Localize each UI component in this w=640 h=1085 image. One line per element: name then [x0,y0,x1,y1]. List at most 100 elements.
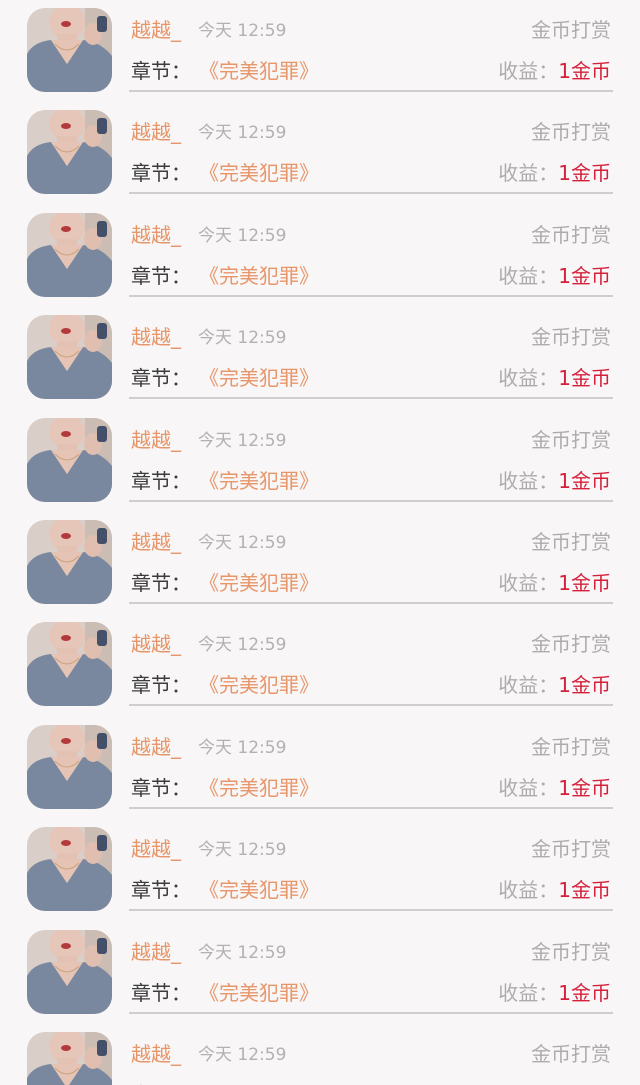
user-name[interactable]: 越越_ [131,16,181,44]
earnings: 收益：1金币 [498,569,611,597]
reward-record-item[interactable]: 越越_ 今天 12:59 金币打赏 章节： 《完美犯罪》 收益：1金币 [0,0,640,102]
earnings: 收益：1金币 [498,57,611,85]
chapter-title-link[interactable]: 《完美犯罪》 [199,364,319,392]
avatar[interactable] [27,417,112,502]
chapter-label: 章节： [131,263,191,288]
earnings-label: 收益： [498,366,559,391]
chapter-label: 章节： [131,571,191,595]
timestamp: 今天 12:59 [198,840,287,861]
reward-type-label: 金币打赏 [531,530,611,554]
avatar[interactable] [27,929,112,1014]
chapter-title-link[interactable]: 《完美犯罪》 [199,876,319,904]
avatar[interactable] [27,212,112,297]
timestamp: 今天 12:59 [198,1045,287,1065]
earnings-value: 1金币 [558,468,611,493]
avatar-photo-icon [27,827,112,912]
earnings-label: 收益： [498,980,559,1005]
reward-record-item[interactable]: 越越_ 今天 12:59 金币打赏 章节： 《完美犯罪》 收益：1金币 [0,410,640,512]
avatar[interactable] [27,827,112,912]
divider [129,1011,613,1014]
reward-record-item[interactable]: 越越_ 今天 12:59 金币打赏 章节： 《完美犯罪》 收益：1金币 [0,512,640,614]
user-name[interactable]: 越越_ [131,221,181,249]
timestamp: 今天 12:59 [198,635,287,656]
chapter-label: 章节： [131,673,191,698]
chapter-title-link[interactable]: 《完美犯罪》 [199,1081,319,1085]
chapter-title-link[interactable]: 《完美犯罪》 [199,671,319,699]
avatar-photo-icon [27,1032,112,1085]
chapter-title-link[interactable]: 《完美犯罪》 [199,262,319,290]
earnings-label: 收益： [498,673,559,698]
reward-record-item[interactable]: 越越_ 今天 12:59 金币打赏 章节： 《完美犯罪》 收益：1金币 [0,205,640,307]
user-name[interactable]: 越越_ [131,323,181,351]
earnings-label: 收益： [498,161,559,186]
earnings-value: 1金币 [558,263,611,288]
reward-record-item[interactable]: 越越_ 今天 12:59 金币打赏 章节： 《完美犯罪》 收益：1金币 [0,717,640,819]
avatar[interactable] [27,315,112,400]
user-name[interactable]: 越越_ [131,835,181,863]
earnings-label: 收益： [498,59,559,83]
chapter-title-link[interactable]: 《完美犯罪》 [199,57,319,85]
reward-type-label: 金币打赏 [531,222,611,247]
user-name[interactable]: 越越_ [131,938,181,966]
reward-type-label: 金币打赏 [531,120,611,145]
user-name[interactable]: 越越_ [131,118,181,146]
earnings: 收益：1金币 [498,876,611,904]
chapter-label: 章节： [131,161,191,186]
divider [129,192,613,195]
timestamp: 今天 12:59 [198,21,287,41]
avatar[interactable] [27,110,112,195]
avatar[interactable] [27,1032,112,1085]
chapter-label: 章节： [131,59,191,83]
avatar[interactable] [27,724,112,809]
reward-record-item[interactable]: 越越_ 今天 12:59 金币打赏 章节： 《完美犯罪》 收益：1金币 [0,1024,640,1085]
earnings-value: 1金币 [558,980,611,1005]
reward-type-label: 金币打赏 [531,837,611,862]
user-name[interactable]: 越越_ [131,630,181,658]
avatar-photo-icon [27,520,112,604]
earnings-value: 1金币 [558,673,611,698]
reward-record-item[interactable]: 越越_ 今天 12:59 金币打赏 章节： 《完美犯罪》 收益：1金币 [0,922,640,1024]
chapter-title-link[interactable]: 《完美犯罪》 [199,774,319,802]
reward-record-list: 越越_ 今天 12:59 金币打赏 章节： 《完美犯罪》 收益：1金币 越越_ … [0,0,640,1085]
user-name[interactable]: 越越_ [131,426,181,454]
earnings-label: 收益： [498,775,559,800]
earnings-value: 1金币 [558,161,611,186]
user-name[interactable]: 越越_ [131,1040,181,1068]
divider [129,397,613,400]
avatar[interactable] [27,622,112,707]
earnings-value: 1金币 [558,878,611,903]
earnings: 收益：1金币 [498,467,611,495]
avatar-photo-icon [27,212,112,297]
chapter-title-link[interactable]: 《完美犯罪》 [199,159,319,187]
earnings-label: 收益： [498,468,559,493]
earnings-value: 1金币 [558,59,611,83]
earnings: 收益：1金币 [498,262,611,290]
earnings-value: 1金币 [558,366,611,391]
avatar-photo-icon [27,724,112,809]
chapter-title-link[interactable]: 《完美犯罪》 [199,979,319,1007]
earnings: 收益：1金币 [498,159,611,187]
reward-type-label: 金币打赏 [531,18,611,42]
timestamp: 今天 12:59 [198,225,287,246]
avatar-photo-icon [27,622,112,707]
reward-record-item[interactable]: 越越_ 今天 12:59 金币打赏 章节： 《完美犯罪》 收益：1金币 [0,102,640,204]
reward-record-item[interactable]: 越越_ 今天 12:59 金币打赏 章节： 《完美犯罪》 收益：1金币 [0,819,640,921]
reward-type-label: 金币打赏 [531,734,611,759]
chapter-title-link[interactable]: 《完美犯罪》 [199,569,319,597]
avatar-photo-icon [27,8,112,92]
timestamp: 今天 12:59 [198,328,287,349]
user-name[interactable]: 越越_ [131,528,181,556]
reward-record-item[interactable]: 越越_ 今天 12:59 金币打赏 章节： 《完美犯罪》 收益：1金币 [0,614,640,716]
avatar[interactable] [27,8,112,92]
chapter-title-link[interactable]: 《完美犯罪》 [199,467,319,495]
avatar[interactable] [27,520,112,604]
reward-type-label: 金币打赏 [531,325,611,350]
chapter-label: 章节： [131,468,191,493]
reward-record-item[interactable]: 越越_ 今天 12:59 金币打赏 章节： 《完美犯罪》 收益：1金币 [0,307,640,409]
reward-type-label: 金币打赏 [531,1042,611,1066]
user-name[interactable]: 越越_ [131,733,181,761]
earnings-label: 收益： [498,571,559,595]
timestamp: 今天 12:59 [198,430,287,451]
divider [129,294,613,297]
earnings-value: 1金币 [558,571,611,595]
